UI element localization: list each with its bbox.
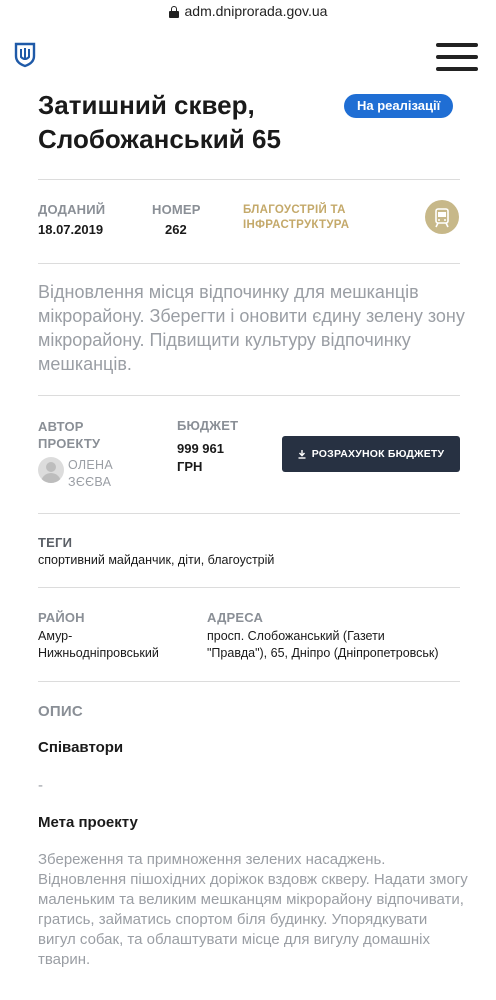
budget-value: 999 961 ГРН xyxy=(177,440,224,476)
category-label[interactable]: БЛАГОУСТРІЙ ТА ІНФРАСТРУКТУРА xyxy=(243,203,349,233)
divider xyxy=(38,587,460,588)
category-line-1: БЛАГОУСТРІЙ ТА xyxy=(243,204,346,216)
added-label: ДОДАНИЙ xyxy=(38,202,106,217)
divider xyxy=(38,681,460,682)
description-label: ОПИС xyxy=(38,703,83,720)
lock-icon xyxy=(168,6,179,18)
budget-label: БЮДЖЕТ xyxy=(177,418,239,433)
divider xyxy=(38,513,460,514)
divider xyxy=(38,263,460,264)
project-summary: Відновлення місця відпочинку для мешканц… xyxy=(38,282,465,374)
author-label-line-1: АВТОР xyxy=(38,419,84,434)
site-header xyxy=(0,30,496,82)
divider xyxy=(38,179,460,180)
address-value-line-2: "Правда"), 65, Дніпро (Дніпропетровськ) xyxy=(207,646,439,660)
hamburger-menu-icon[interactable] xyxy=(436,43,478,71)
district-value: Амур- Нижньодніпровський xyxy=(38,628,159,662)
url-text: adm.dniprorada.gov.ua xyxy=(184,3,328,19)
page-title: Затишний сквер, Слобожанський 65 xyxy=(38,88,338,156)
browser-url-bar[interactable]: adm.dniprorada.gov.ua xyxy=(0,0,496,22)
budget-calculation-button[interactable]: РОЗРАХУНОК БЮДЖЕТУ xyxy=(282,436,460,472)
category-line-2: ІНФРАСТРУКТУРА xyxy=(243,219,350,231)
goal-heading: Мета проекту xyxy=(38,814,138,831)
district-value-line-2: Нижньодніпровський xyxy=(38,646,159,660)
author-name[interactable]: ОЛЕНА ЗЄЄВА xyxy=(68,457,113,491)
trident-shield-icon[interactable] xyxy=(14,42,36,68)
title-line-1: Затишний сквер, xyxy=(38,90,255,120)
author-label-line-2: ПРОЕКТУ xyxy=(38,436,101,451)
address-value-line-1: просп. Слобожанський (Газети xyxy=(207,629,385,643)
tags-value: спортивний майданчик, діти, благоустрій xyxy=(38,553,275,567)
avatar xyxy=(38,457,64,483)
number-value: 262 xyxy=(165,222,187,237)
budget-button-label: РОЗРАХУНОК БЮДЖЕТУ xyxy=(311,448,445,460)
address-label: АДРЕСА xyxy=(207,610,264,625)
status-badge: На реалізації xyxy=(344,94,454,118)
author-label: АВТОР ПРОЕКТУ xyxy=(38,418,100,452)
divider xyxy=(38,395,460,396)
budget-value-line-1: 999 961 xyxy=(177,441,224,456)
goal-text: Збереження та примноження зелених насадж… xyxy=(38,851,468,968)
added-value: 18.07.2019 xyxy=(38,222,104,237)
coauthors-value: - xyxy=(38,777,43,794)
district-value-line-1: Амур- xyxy=(38,629,73,643)
address-value: просп. Слобожанський (Газети "Правда"), … xyxy=(207,628,439,662)
tram-icon xyxy=(425,200,459,234)
author-name-line-2: ЗЄЄВА xyxy=(68,475,112,489)
district-label: РАЙОН xyxy=(38,610,85,625)
title-line-2: Слобожанський 65 xyxy=(38,124,281,154)
tags-label: ТЕГИ xyxy=(38,535,73,550)
author-name-line-1: ОЛЕНА xyxy=(68,458,113,472)
number-label: НОМЕР xyxy=(152,202,201,217)
coauthors-heading: Співавтори xyxy=(38,739,124,756)
budget-value-line-2: ГРН xyxy=(177,459,203,474)
download-icon xyxy=(298,449,306,459)
